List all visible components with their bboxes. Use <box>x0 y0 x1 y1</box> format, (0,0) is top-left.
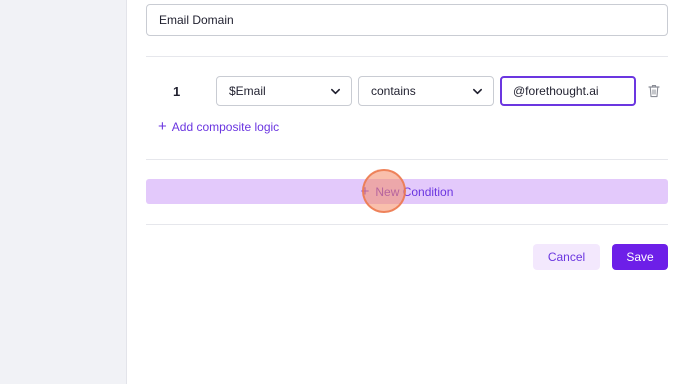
operator-select[interactable]: contains <box>358 76 494 106</box>
new-condition-button[interactable]: + New Condition <box>146 179 668 204</box>
plus-icon: + <box>158 118 167 135</box>
condition-name-input[interactable] <box>146 4 668 36</box>
divider <box>146 159 668 160</box>
condition-row-number: 1 <box>173 84 181 99</box>
divider <box>146 56 668 57</box>
chevron-down-icon <box>331 88 340 94</box>
new-condition-label: New Condition <box>375 184 454 199</box>
cancel-button[interactable]: Cancel <box>533 244 600 270</box>
chevron-down-icon <box>473 88 482 94</box>
condition-value-input[interactable] <box>500 76 636 106</box>
plus-icon: + <box>360 182 370 200</box>
trash-icon[interactable] <box>648 84 660 98</box>
divider <box>146 224 668 225</box>
add-composite-logic-label: Add composite logic <box>171 120 280 134</box>
sidebar <box>0 0 127 384</box>
field-select[interactable]: $Email <box>216 76 352 106</box>
add-composite-logic-link[interactable]: + Add composite logic <box>158 118 280 135</box>
operator-select-value: contains <box>371 84 416 98</box>
field-select-value: $Email <box>229 84 266 98</box>
save-button[interactable]: Save <box>612 244 668 270</box>
